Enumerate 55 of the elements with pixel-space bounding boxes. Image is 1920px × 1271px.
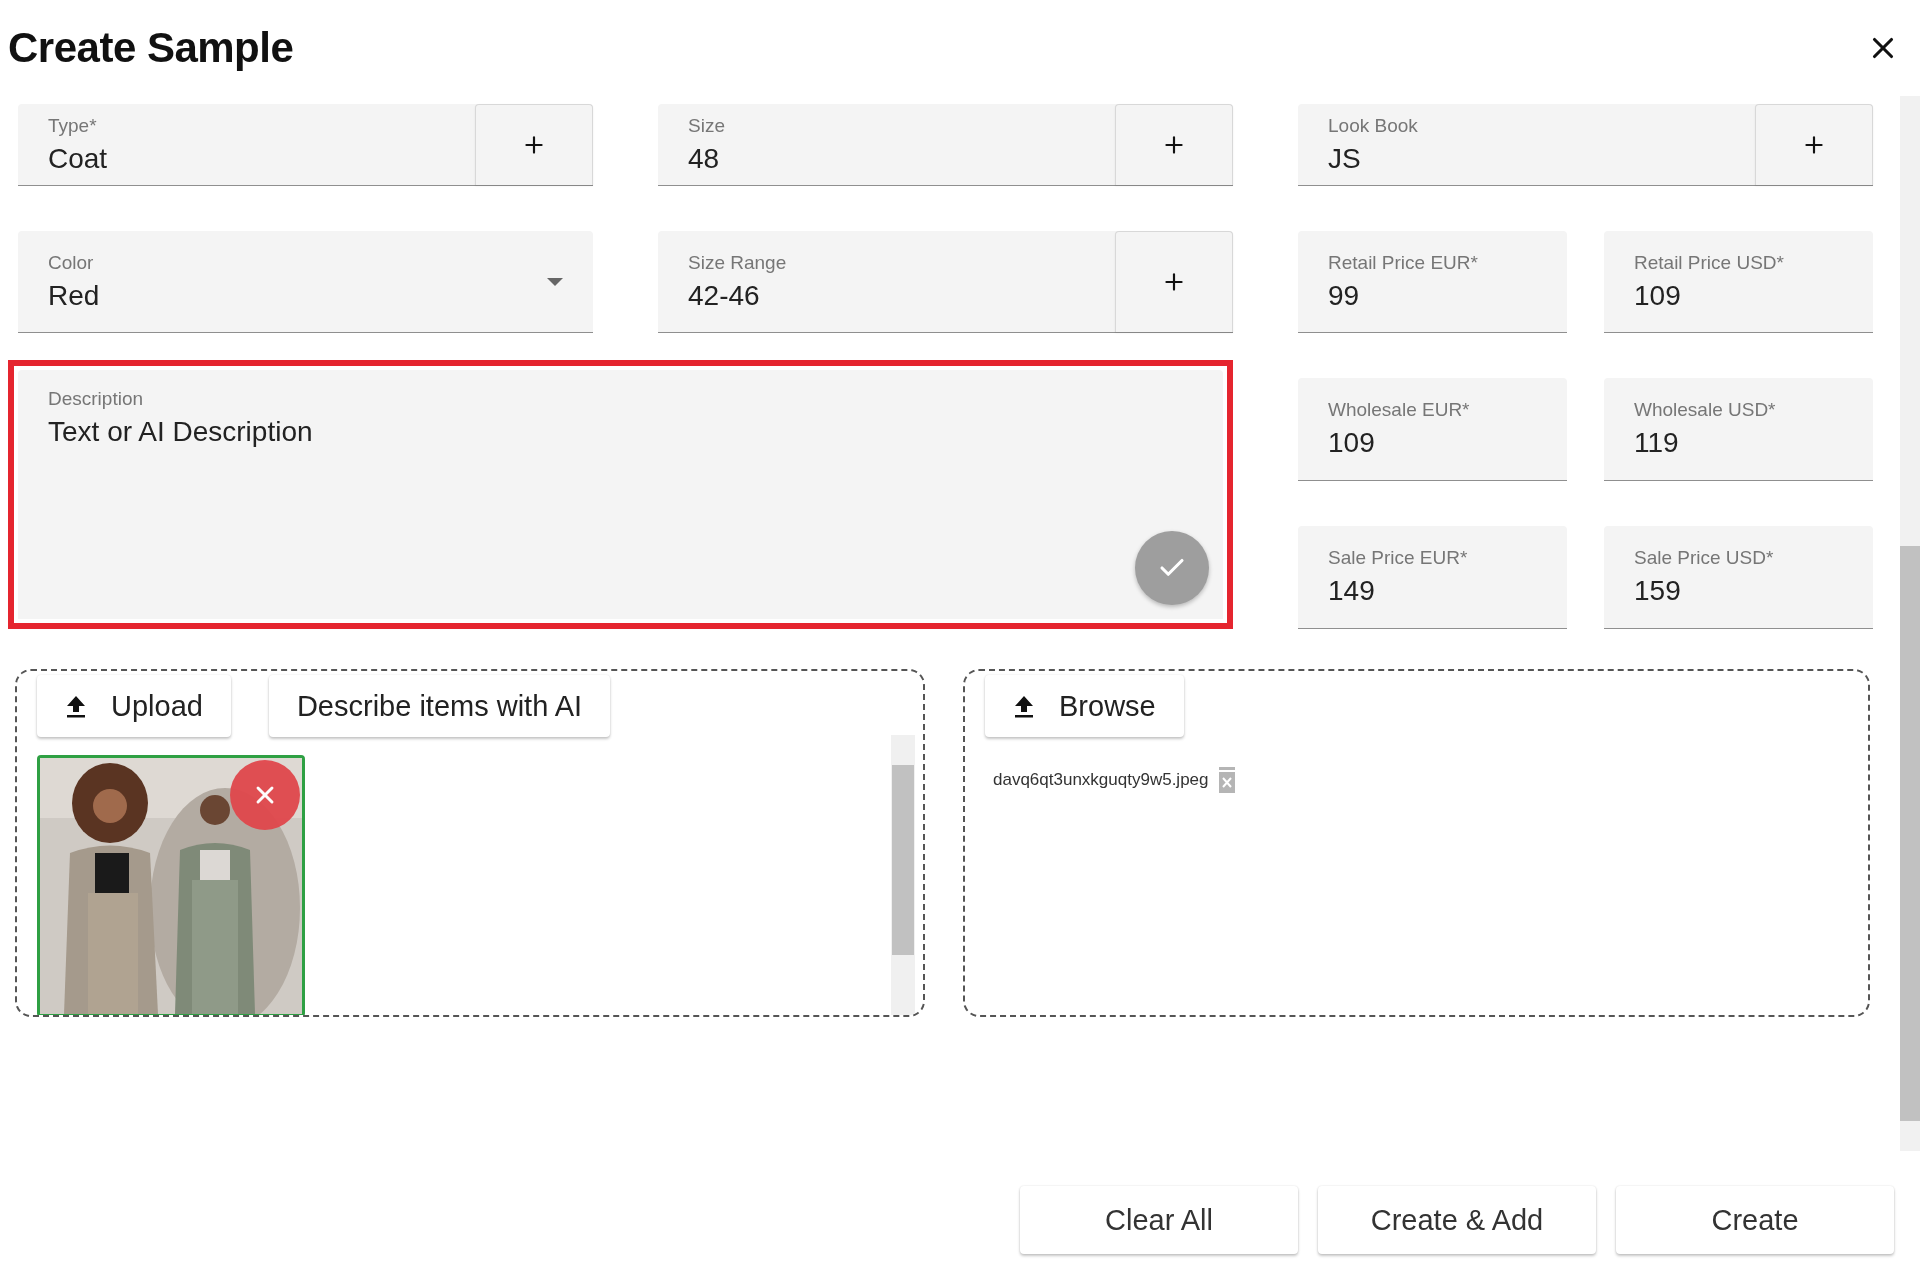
field-value: Coat [48, 142, 109, 175]
dropdown-caret-icon [547, 277, 563, 286]
field-label: Sale Price EUR* [1328, 547, 1469, 569]
field-label: Size Range [688, 251, 788, 274]
field-label: Sale Price USD* [1634, 547, 1775, 569]
upload-button[interactable]: Upload [37, 675, 231, 737]
field-label: Type* [48, 114, 98, 137]
scrollbar[interactable] [1900, 96, 1920, 1151]
field-value: Text or AI Description [48, 416, 314, 448]
add-button[interactable] [1115, 104, 1233, 185]
price-field[interactable]: Wholesale EUR* 109 [1298, 378, 1567, 481]
form-field[interactable]: Type* Coat [18, 104, 593, 186]
action-button[interactable]: Create [1616, 1186, 1894, 1254]
upload-icon [65, 694, 87, 718]
trash-icon[interactable] [1216, 767, 1237, 793]
description-field[interactable]: Description Text or AI Description [18, 370, 1223, 619]
browse-button[interactable]: Browse [985, 675, 1184, 737]
price-field[interactable]: Wholesale USD* 119 [1604, 378, 1873, 481]
field-label: Description [48, 388, 145, 410]
field-value: 109 [1634, 279, 1682, 312]
field-value: 42-46 [688, 279, 761, 312]
action-button[interactable]: Create & Add [1318, 1186, 1596, 1254]
form-field[interactable]: Size Range 42-46 [658, 231, 1233, 333]
field-value: 119 [1634, 427, 1680, 459]
add-button[interactable] [475, 104, 593, 185]
price-field[interactable]: Sale Price EUR* 149 [1298, 526, 1567, 629]
field-value: Red [48, 279, 101, 312]
price-field[interactable]: Sale Price USD* 159 [1604, 526, 1873, 629]
field-value: JS [1328, 142, 1362, 175]
field-label: Size [688, 114, 726, 137]
add-button[interactable] [1115, 231, 1233, 332]
field-label: Look Book [1328, 114, 1419, 137]
add-button[interactable] [1755, 104, 1873, 185]
form-field[interactable]: Look Book JS [1298, 104, 1873, 186]
form-field[interactable]: Color Red [18, 231, 593, 333]
field-label: Retail Price USD* [1634, 251, 1785, 274]
field-label: Wholesale EUR* [1328, 399, 1471, 421]
file-name: davq6qt3unxkguqty9w5.jpeg [993, 770, 1209, 790]
field-value: 159 [1634, 575, 1682, 607]
confirm-button[interactable] [1135, 531, 1209, 605]
field-label: Wholesale USD* [1634, 399, 1777, 421]
field-value: 109 [1328, 427, 1376, 459]
field-value: 149 [1328, 575, 1376, 607]
scrollbar[interactable] [891, 735, 915, 1015]
price-field[interactable]: Retail Price EUR* 99 [1298, 231, 1567, 333]
field-value: 48 [688, 142, 721, 175]
field-label: Retail Price EUR* [1328, 251, 1479, 274]
upload-icon [1013, 694, 1035, 718]
dialog-title: Create Sample [8, 24, 294, 72]
field-value: 99 [1328, 279, 1361, 312]
action-button[interactable]: Clear All [1020, 1186, 1298, 1254]
describe-button[interactable]: Describe items with AI [268, 675, 611, 737]
form-field[interactable]: Size 48 [658, 104, 1233, 186]
price-field[interactable]: Retail Price USD* 109 [1604, 231, 1873, 333]
field-label: Color [48, 251, 95, 274]
